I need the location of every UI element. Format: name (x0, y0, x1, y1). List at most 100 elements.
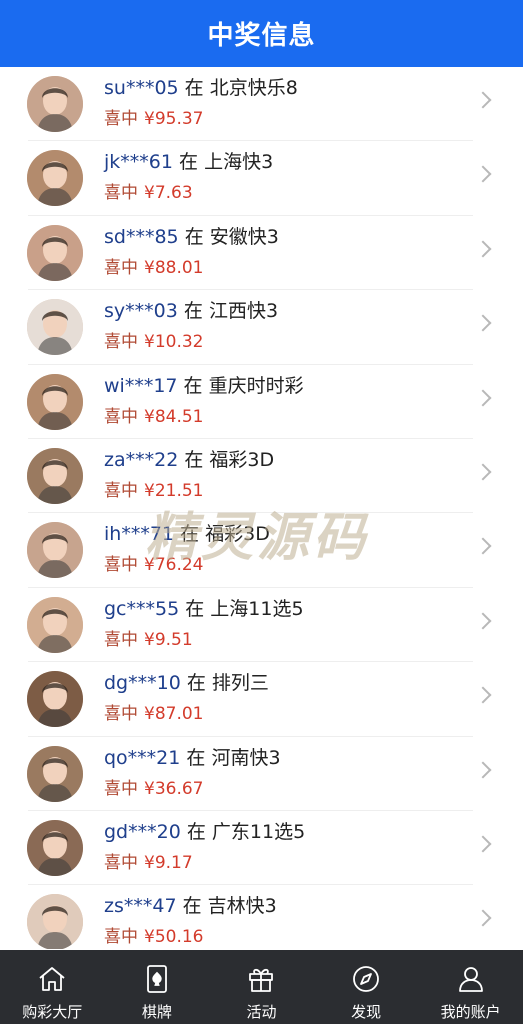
win-amount: ¥87.01 (144, 704, 204, 725)
winner-username: wi***17 (104, 374, 178, 397)
lottery-name: 广东11选5 (211, 820, 306, 843)
winner-username: sy***03 (104, 300, 178, 323)
avatar (27, 522, 83, 579)
lottery-name: 安徽快3 (209, 225, 279, 248)
lottery-name: 江西快3 (208, 300, 279, 323)
tab-my-account[interactable]: 我的账户 (418, 950, 523, 1024)
win-label: 喜中 (104, 183, 138, 204)
winner-row[interactable]: jk***61 在 上海快3 喜中 ¥7.63 (0, 141, 523, 217)
avatar (27, 373, 83, 430)
win-amount: ¥9.17 (144, 852, 193, 873)
connector-text: 在 (180, 523, 200, 546)
lottery-name: 福彩3D (209, 448, 275, 471)
chevron-right-icon (474, 91, 492, 109)
avatar (27, 447, 83, 504)
win-amount: ¥21.51 (144, 480, 204, 501)
chevron-right-icon (474, 686, 492, 704)
win-label: 喜中 (104, 257, 138, 278)
avatar (27, 150, 83, 207)
winner-row[interactable]: zs***47 在 吉林快3 喜中 ¥50.16 (0, 885, 523, 949)
tab-label: 购彩大厅 (22, 1003, 83, 1021)
winner-username: ih***71 (104, 523, 174, 546)
lottery-name: 吉林快3 (207, 895, 277, 918)
win-amount: ¥84.51 (144, 406, 204, 427)
lottery-name: 重庆时时彩 (208, 374, 304, 397)
connector-text: 在 (185, 597, 205, 620)
lottery-name: 上海11选5 (210, 597, 304, 620)
winner-row[interactable]: ih***71 在 福彩3D 喜中 ¥76.24 (0, 513, 523, 589)
winner-row[interactable]: su***05 在 北京快乐8 喜中 ¥95.37 (0, 67, 523, 142)
connector-text: 在 (184, 448, 204, 471)
win-label: 喜中 (104, 406, 138, 427)
win-label: 喜中 (104, 704, 138, 725)
lottery-name: 北京快乐8 (209, 77, 298, 99)
win-label: 喜中 (104, 629, 138, 650)
lottery-name: 排列三 (211, 672, 269, 695)
win-label: 喜中 (104, 852, 138, 873)
winner-row[interactable]: dg***10 在 排列三喜中 ¥87.01 (0, 662, 523, 737)
winner-row[interactable]: sd***85 在 安徽快3 喜中 ¥88.01 (0, 216, 523, 291)
winner-row[interactable]: gd***20 在 广东11选5 喜中 ¥9.17 (0, 811, 523, 886)
win-label: 喜中 (104, 109, 138, 129)
user-icon (455, 963, 487, 995)
chevron-right-icon (474, 612, 492, 630)
winner-row[interactable]: qo***21 在 河南快3 喜中 ¥36.67 (0, 737, 523, 812)
win-label: 喜中 (104, 778, 138, 799)
winner-username: jk***61 (104, 151, 173, 174)
win-amount: ¥76.24 (144, 555, 204, 576)
tab-lottery-hall[interactable]: 购彩大厅 (0, 950, 105, 1024)
avatar (27, 596, 83, 653)
connector-text: 在 (184, 225, 204, 248)
chevron-right-icon (474, 537, 492, 555)
win-amount: ¥7.63 (144, 183, 193, 204)
tab-discover[interactable]: 发现 (314, 950, 419, 1024)
avatar (27, 76, 83, 132)
chevron-right-icon (474, 240, 492, 258)
winner-username: su***05 (104, 77, 179, 99)
chevron-right-icon (474, 314, 492, 332)
connector-text: 在 (186, 820, 206, 843)
winner-row[interactable]: za***22 在 福彩3D 喜中 ¥21.51 (0, 439, 523, 514)
connector-text: 在 (183, 300, 203, 323)
connector-text: 在 (186, 746, 206, 769)
connector-text: 在 (179, 151, 199, 174)
app-header: 中奖信息 (0, 0, 523, 67)
win-amount: ¥10.32 (144, 332, 204, 353)
winner-username: qo***21 (104, 746, 181, 769)
win-label: 喜中 (104, 480, 138, 501)
chevron-right-icon (474, 165, 492, 183)
winner-username: gd***20 (104, 820, 181, 843)
avatar (27, 894, 83, 949)
winner-username: zs***47 (104, 895, 177, 918)
winner-username: dg***10 (104, 672, 181, 695)
compass-icon (350, 963, 382, 995)
avatar (27, 819, 83, 876)
avatar (27, 671, 83, 728)
avatar (27, 224, 83, 281)
winner-username: gc***55 (104, 597, 180, 620)
win-label: 喜中 (104, 555, 138, 576)
chevron-right-icon (474, 463, 492, 481)
chevron-right-icon (474, 761, 492, 779)
tab-chess-cards[interactable]: 棋牌 (105, 950, 210, 1024)
tab-activity[interactable]: 活动 (209, 950, 314, 1024)
connector-text: 在 (183, 374, 203, 397)
connector-text: 在 (182, 895, 202, 918)
connector-text: 在 (184, 77, 204, 99)
chevron-right-icon (474, 909, 492, 927)
win-label: 喜中 (104, 927, 138, 948)
connector-text: 在 (186, 672, 206, 695)
page-title: 中奖信息 (207, 21, 316, 51)
win-amount: ¥9.51 (144, 629, 193, 650)
winner-row[interactable]: wi***17 在 重庆时时彩喜中 ¥84.51 (0, 365, 523, 440)
tab-label: 棋牌 (141, 1003, 172, 1021)
win-label: 喜中 (104, 332, 138, 353)
winner-row[interactable]: sy***03 在 江西快3 喜中 ¥10.32 (0, 290, 523, 365)
chevron-right-icon (474, 389, 492, 407)
winner-row[interactable]: gc***55 在 上海11选5 喜中 ¥9.51 (0, 588, 523, 663)
home-icon (36, 963, 68, 995)
win-amount: ¥88.01 (144, 257, 204, 278)
winner-username: sd***85 (104, 225, 179, 248)
winner-list: su***05 在 北京快乐8 喜中 ¥95.37 jk***61 在 上海快3 喜中 ¥… (0, 67, 523, 949)
tab-label: 活动 (246, 1003, 277, 1021)
